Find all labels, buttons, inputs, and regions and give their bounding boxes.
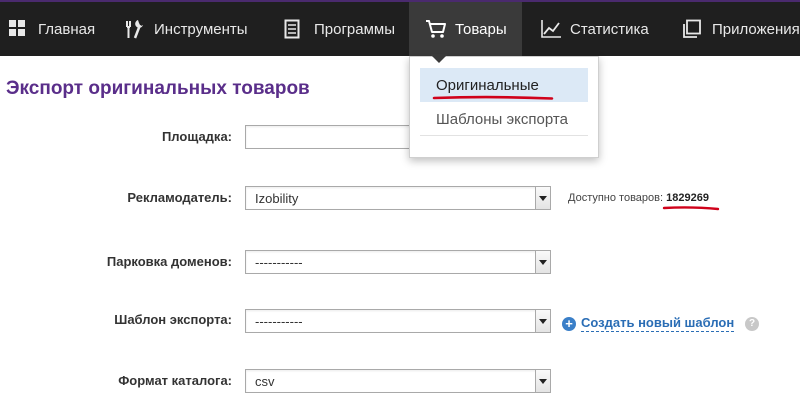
nav-item-label: Главная: [38, 20, 96, 38]
advertiser-select[interactable]: Izobility: [245, 186, 551, 210]
template-select-value: -----------: [255, 313, 303, 329]
chevron-down-icon[interactable]: [535, 310, 550, 332]
nav-item-label: Инструменты: [154, 20, 248, 38]
platform-label: Площадка:: [161, 129, 232, 144]
nav-item-statistics[interactable]: Статистика: [540, 2, 649, 56]
parking-label: Парковка доменов:: [106, 254, 232, 269]
plus-circle-icon: +: [562, 316, 576, 331]
nav-item-label: Товары: [455, 20, 507, 38]
dropdown-pointer: [430, 54, 448, 63]
products-dropdown-menu: Оригинальные Шаблоны экспорта: [409, 56, 599, 158]
chevron-down-icon[interactable]: [535, 187, 550, 209]
available-products-count: 1829269: [666, 192, 709, 204]
help-icon[interactable]: ?: [745, 317, 759, 331]
nav-item-apps[interactable]: Приложения: [682, 2, 800, 56]
format-select-value: csv: [255, 373, 275, 389]
nav-item-programs[interactable]: Программы: [284, 2, 395, 56]
nav-item-products[interactable]: Товары: [409, 2, 522, 56]
document-icon: [284, 19, 306, 39]
available-products: Доступно товаров: 1829269: [568, 192, 709, 204]
advertiser-select-value: Izobility: [255, 190, 299, 206]
page-title: Экспорт оригинальных товаров: [6, 78, 310, 99]
format-select[interactable]: csv: [245, 369, 551, 393]
template-label: Шаблон экспорта:: [114, 312, 232, 327]
format-label: Формат каталога:: [118, 373, 232, 388]
platform-input[interactable]: [245, 125, 415, 149]
chevron-down-icon[interactable]: [535, 251, 550, 273]
nav-item-label: Статистика: [570, 20, 649, 38]
available-products-label: Доступно товаров:: [568, 192, 664, 204]
chevron-down-icon[interactable]: [535, 370, 550, 392]
red-annotation-underline: [432, 95, 554, 100]
create-template-label[interactable]: Создать новый шаблон: [581, 315, 735, 332]
create-template-link[interactable]: + Создать новый шаблон: [562, 315, 735, 332]
red-annotation-underline: [662, 206, 720, 211]
advertiser-label: Рекламодатель:: [127, 190, 232, 205]
chart-icon: [540, 19, 562, 39]
parking-select[interactable]: -----------: [245, 250, 551, 274]
windows-icon: [682, 19, 704, 39]
grid-icon: [8, 19, 30, 39]
dropdown-item-export-templates[interactable]: Шаблоны экспорта: [420, 102, 588, 136]
nav-item-label: Приложения: [712, 20, 800, 38]
nav-item-label: Программы: [314, 20, 396, 38]
parking-select-value: -----------: [255, 254, 303, 270]
tools-icon: [124, 19, 146, 39]
top-navigation: Главная Инструменты Программы Товары Ста…: [0, 0, 800, 56]
dropdown-divider: [420, 135, 588, 136]
nav-item-home[interactable]: Главная: [8, 2, 95, 56]
nav-item-tools[interactable]: Инструменты: [124, 2, 248, 56]
template-select[interactable]: -----------: [245, 309, 551, 333]
cart-icon: [425, 19, 447, 39]
